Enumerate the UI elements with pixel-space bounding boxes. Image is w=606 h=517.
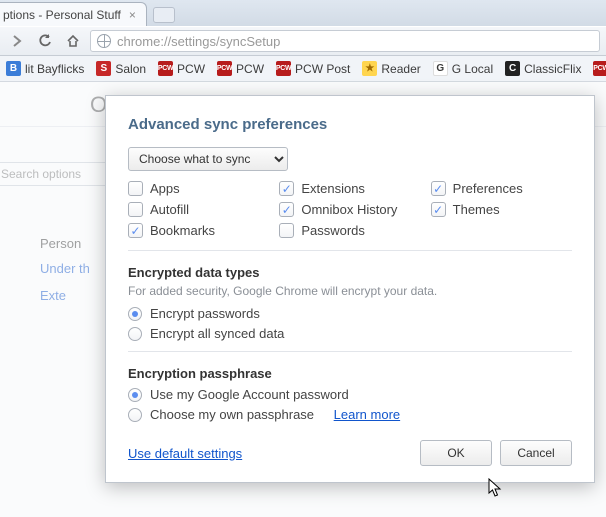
bookmark-label: lit Bayflicks [25,62,84,76]
bookmark-label: ClassicFlix [524,62,581,76]
dialog-footer: Use default settings OK Cancel [128,440,572,466]
bookmark-label: PCW [177,62,205,76]
checkbox-icon: ✓ [431,181,446,196]
checkbox-label: Themes [453,202,500,217]
radio-label: Use my Google Account password [150,387,349,402]
globe-icon [97,34,111,48]
sync-check-apps[interactable]: Apps [128,181,269,196]
bookmark-label: PCW Post [295,62,350,76]
sync-check-preferences[interactable]: ✓ Preferences [431,181,572,196]
tab-title: ptions - Personal Stuff [3,8,121,22]
encrypted-types-sub: For added security, Google Chrome will e… [128,284,572,298]
checkbox-label: Omnibox History [301,202,397,217]
bookmark-icon: PCW [158,61,173,76]
home-button[interactable] [62,30,84,52]
bookmark-item[interactable]: G G Local [433,61,493,76]
reload-button[interactable] [34,30,56,52]
checkbox-icon: ✓ [431,202,446,217]
radio-label: Choose my own passphrase [150,407,314,422]
bookmark-item[interactable]: ★ Reader [362,61,420,76]
encrypt-all-radio[interactable]: Encrypt all synced data [128,326,572,341]
checkbox-icon: ✓ [279,181,294,196]
radio-label: Encrypt all synced data [150,326,284,341]
sync-items-grid: Apps ✓ Extensions ✓ Preferences Autofill ✓ Omni… [128,181,572,238]
browser-tab[interactable]: ptions - Personal Stuff × [0,2,147,26]
radio-label: Encrypt passwords [150,306,260,321]
use-default-link[interactable]: Use default settings [128,446,242,461]
bookmark-icon: PCW [593,61,606,76]
bookmark-label: Salon [115,62,146,76]
checkbox-label: Passwords [301,223,365,238]
radio-icon [128,307,142,321]
browser-toolbar: chrome://settings/syncSetup [0,26,606,56]
new-tab-button[interactable] [153,7,175,23]
bookmark-icon: G [433,61,448,76]
advanced-sync-dialog: Advanced sync preferences Choose what to… [105,95,595,483]
radio-icon [128,408,142,422]
checkbox-icon [279,223,294,238]
tab-strip: ptions - Personal Stuff × [0,0,606,26]
bookmark-icon: ★ [362,61,377,76]
bookmark-icon: C [505,61,520,76]
radio-icon [128,388,142,402]
bookmark-icon: PCW [217,61,232,76]
bookmark-label: Reader [381,62,420,76]
checkbox-icon [128,181,143,196]
sync-check-themes[interactable]: ✓ Themes [431,202,572,217]
checkbox-label: Apps [150,181,180,196]
sync-check-bookmarks[interactable]: ✓ Bookmarks [128,223,269,238]
bookmark-item[interactable]: PCWAnswer Line [593,61,606,76]
cancel-button[interactable]: Cancel [500,440,572,466]
bookmark-icon: B [6,61,21,76]
checkbox-icon: ✓ [279,202,294,217]
sync-mode-select[interactable]: Choose what to sync [128,147,288,171]
bookmark-item[interactable]: PCW PCW [217,61,264,76]
checkbox-label: Extensions [301,181,365,196]
checkbox-label: Autofill [150,202,189,217]
checkbox-icon [128,202,143,217]
google-password-radio[interactable]: Use my Google Account password [128,387,572,402]
sync-check-omnibox[interactable]: ✓ Omnibox History [279,202,420,217]
own-passphrase-radio[interactable]: Choose my own passphrase Learn more [128,407,572,422]
checkbox-label: Preferences [453,181,523,196]
bookmark-label: PCW [236,62,264,76]
bookmark-label: G Local [452,62,493,76]
radio-icon [128,327,142,341]
bookmark-item[interactable]: PCW PCW [158,61,205,76]
bookmark-item[interactable]: C ClassicFlix [505,61,581,76]
bookmark-item[interactable]: S Salon [96,61,146,76]
learn-more-link[interactable]: Learn more [334,407,400,422]
passphrase-title: Encryption passphrase [128,366,572,381]
url-text: chrome://settings/syncSetup [117,34,280,49]
forward-button[interactable] [6,30,28,52]
bookmark-item[interactable]: PCW PCW Post [276,61,350,76]
dialog-title: Advanced sync preferences [128,116,572,133]
bookmark-item[interactable]: Blit Bayflicks [6,61,84,76]
bookmarks-bar: Blit BayflicksSSalonPCWPCWPCWPCWPCWPCW P… [0,56,606,82]
close-tab-icon[interactable]: × [129,8,136,22]
sync-check-extensions[interactable]: ✓ Extensions [279,181,420,196]
address-bar[interactable]: chrome://settings/syncSetup [90,30,600,52]
checkbox-icon: ✓ [128,223,143,238]
sync-check-autofill[interactable]: Autofill [128,202,269,217]
bookmark-icon: S [96,61,111,76]
sync-check-passwords[interactable]: Passwords [279,223,420,238]
checkbox-label: Bookmarks [150,223,215,238]
ok-button[interactable]: OK [420,440,492,466]
bookmark-icon: PCW [276,61,291,76]
encrypted-types-title: Encrypted data types [128,265,572,280]
encrypt-passwords-radio[interactable]: Encrypt passwords [128,306,572,321]
